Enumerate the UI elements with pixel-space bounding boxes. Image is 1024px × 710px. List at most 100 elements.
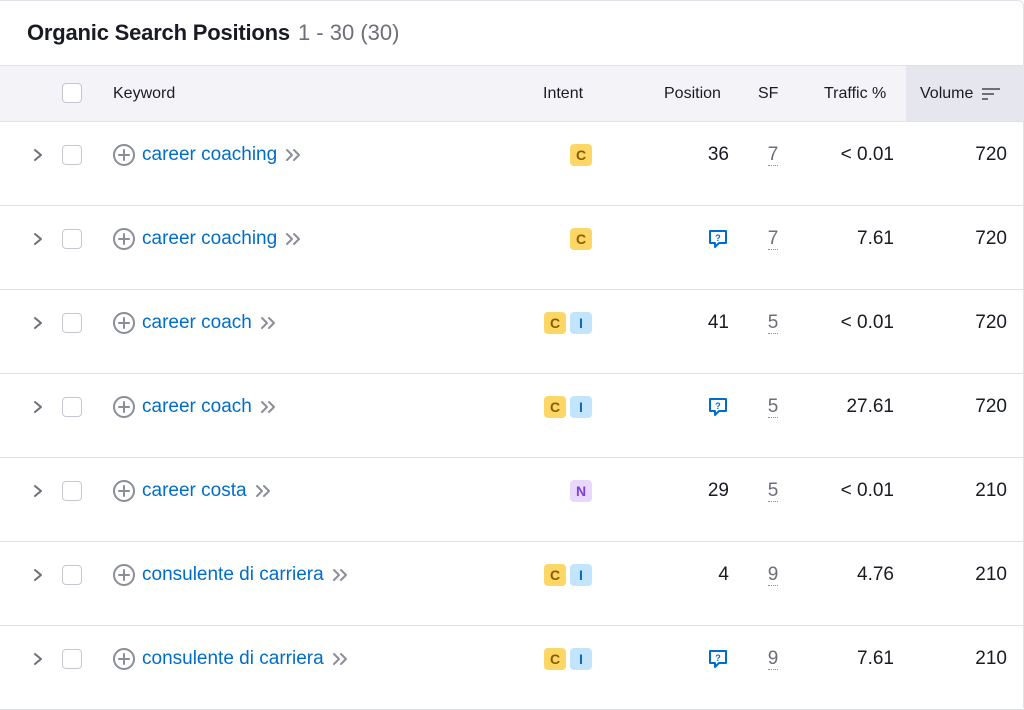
intent-informational-badge: I [570,564,592,586]
table-row: career coaching C 36 7 < 0.01 720 [0,122,1024,206]
chevron-right-icon [34,233,42,245]
traffic-cell: < 0.01 [840,480,894,501]
table-row: career coach CI 41 5 < 0.01 720 [0,290,1024,374]
double-chevron-icon[interactable] [332,568,350,582]
volume-cell: 720 [975,396,1007,417]
expand-row-button[interactable] [32,458,44,524]
double-chevron-icon[interactable] [332,652,350,666]
keyword-link[interactable]: career coach [142,396,252,418]
serp-features-cell[interactable]: 9 [758,626,788,692]
column-position[interactable]: Position [664,66,721,121]
row-checkbox[interactable] [62,229,82,249]
volume-cell: 720 [975,312,1007,333]
row-checkbox[interactable] [62,313,82,333]
column-traffic[interactable]: Traffic % [824,66,886,121]
expand-row-button[interactable] [32,374,44,440]
row-checkbox[interactable] [62,145,82,165]
volume-cell: 210 [975,564,1007,585]
expand-row-button[interactable] [32,626,44,692]
double-chevron-icon[interactable] [255,484,273,498]
keyword-link[interactable]: consulente di carriera [142,564,324,586]
keyword-link[interactable]: career coaching [142,144,277,166]
card-header: Organic Search Positions 1 - 30 (30) [0,1,1023,65]
sf-value: 5 [767,479,779,502]
serp-features-cell[interactable]: 5 [758,374,788,440]
keyword-link[interactable]: career costa [142,480,247,502]
keyword-cell: consulente di carriera [112,626,350,692]
intent-commercial-badge: C [544,396,566,418]
chevron-right-icon [34,401,42,413]
keyword-cell: career coach [112,290,278,356]
column-keyword[interactable]: Keyword [113,66,175,121]
expand-row-button[interactable] [32,542,44,608]
sort-descending-icon[interactable] [982,87,1001,101]
add-keyword-icon[interactable] [112,479,136,503]
add-keyword-icon[interactable] [112,563,136,587]
expand-row-button[interactable] [32,122,44,188]
position-cell: 36 [708,122,729,188]
intent-cell: CI [544,542,592,608]
double-chevron-icon[interactable] [260,400,278,414]
row-checkbox[interactable] [62,649,82,669]
table-row: consulente di carriera CI 4 9 4.76 210 [0,542,1024,626]
double-chevron-icon[interactable] [260,316,278,330]
column-volume[interactable]: Volume [906,66,1024,121]
intent-commercial-badge: C [570,228,592,250]
add-keyword-icon[interactable] [112,143,136,167]
serp-features-cell[interactable]: 9 [758,542,788,608]
column-volume-label: Volume [920,84,974,102]
sf-value: 5 [767,395,779,418]
row-checkbox[interactable] [62,481,82,501]
volume-cell: 210 [975,648,1007,669]
position-value: 4 [718,564,729,585]
card-title: Organic Search Positions [27,20,290,45]
keyword-link[interactable]: consulente di carriera [142,648,324,670]
position-cell: ? [707,626,729,692]
serp-features-cell[interactable]: 5 [758,458,788,524]
traffic-cell: 27.61 [846,396,894,417]
row-checkbox[interactable] [62,397,82,417]
table-row: career coaching C ? 7 7.61 720 [0,206,1024,290]
serp-features-cell[interactable]: 7 [758,206,788,272]
sf-value: 7 [767,227,779,250]
chevron-right-icon [34,569,42,581]
row-checkbox[interactable] [62,565,82,585]
intent-informational-badge: I [570,648,592,670]
intent-cell: C [570,122,592,188]
double-chevron-icon[interactable] [285,232,303,246]
traffic-cell: < 0.01 [840,312,894,333]
intent-cell: CI [544,290,592,356]
add-keyword-icon[interactable] [112,311,136,335]
keyword-link[interactable]: career coaching [142,228,277,250]
traffic-cell: 7.61 [857,228,894,249]
select-all-checkbox[interactable] [62,83,82,103]
traffic-cell: 7.61 [857,648,894,669]
chevron-right-icon [34,317,42,329]
add-keyword-icon[interactable] [112,395,136,419]
add-keyword-icon[interactable] [112,227,136,251]
add-keyword-icon[interactable] [112,647,136,671]
double-chevron-icon[interactable] [285,148,303,162]
keyword-link[interactable]: career coach [142,312,252,334]
expand-row-button[interactable] [32,290,44,356]
keyword-cell: consulente di carriera [112,542,350,608]
serp-features-cell[interactable]: 7 [758,122,788,188]
position-cell: ? [707,206,729,272]
intent-commercial-badge: C [544,648,566,670]
position-cell: ? [707,374,729,440]
traffic-cell: 4.76 [857,564,894,585]
volume-cell: 720 [975,228,1007,249]
keyword-cell: career coach [112,374,278,440]
serp-features-cell[interactable]: 5 [758,290,788,356]
column-sf[interactable]: SF [758,66,778,121]
column-intent: Intent [543,84,584,102]
sf-value: 7 [767,143,779,166]
position-cell: 4 [718,542,729,608]
chevron-right-icon [34,653,42,665]
expand-row-button[interactable] [32,206,44,272]
keyword-cell: career coaching [112,206,303,272]
intent-navigational-badge: N [570,480,592,502]
position-value: 29 [707,480,729,501]
intent-cell: N [570,458,592,524]
chevron-right-icon [34,485,42,497]
